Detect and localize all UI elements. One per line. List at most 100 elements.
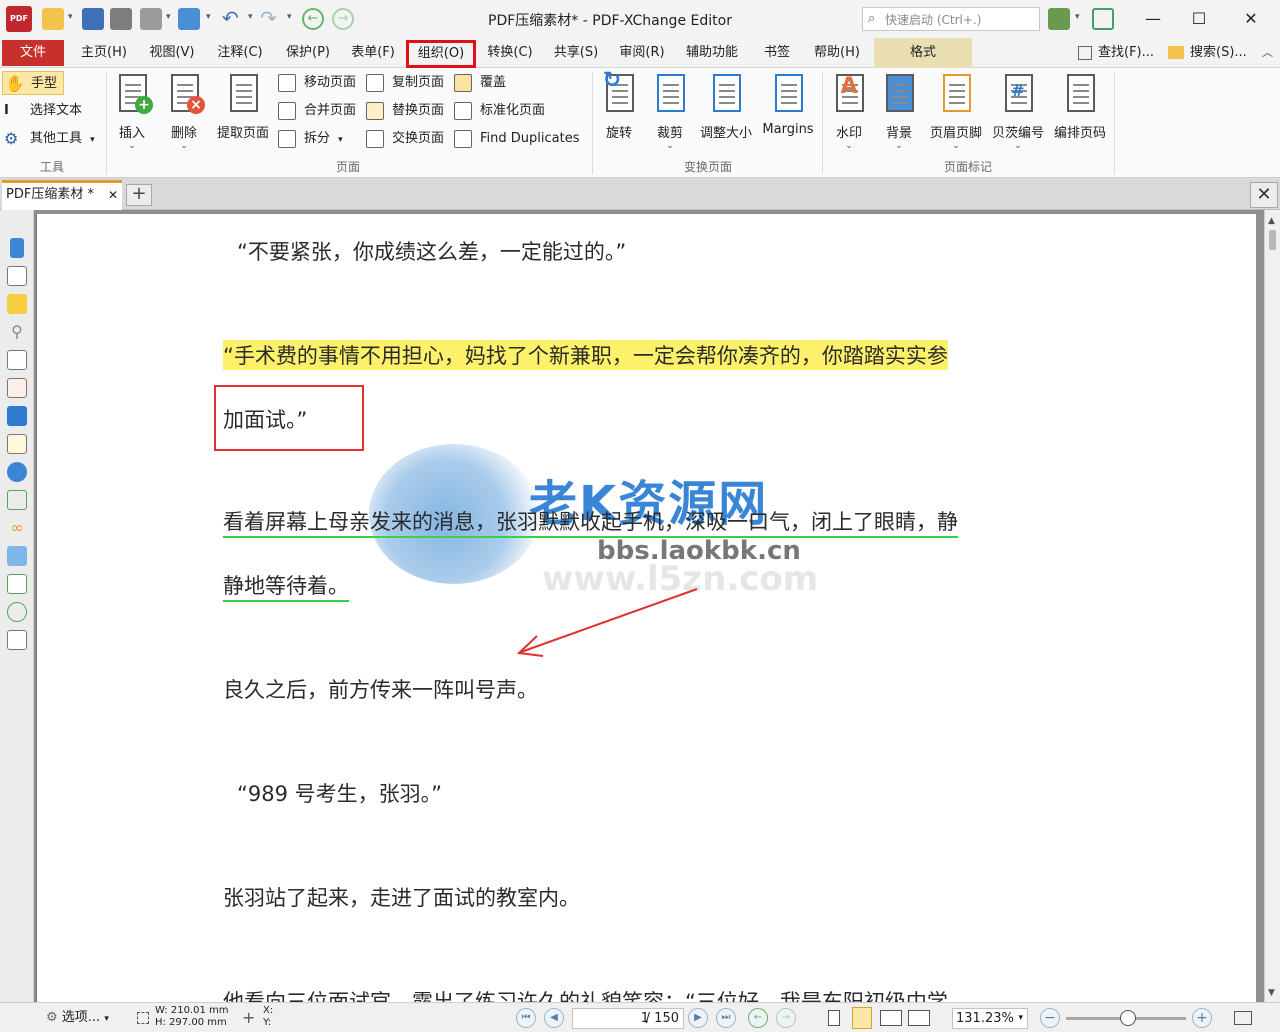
header-footer-button[interactable]: 页眉页脚 ⌄ (926, 72, 986, 151)
bookmarks-icon[interactable] (10, 238, 24, 258)
replace-pages-button[interactable]: 替换页面 (364, 99, 444, 123)
search-button[interactable]: 搜索(S)... (1168, 38, 1247, 68)
insert-page-button[interactable]: + 插入 ⌄ (108, 72, 156, 151)
rotate-button[interactable]: ↻ 旋转 (596, 70, 642, 141)
single-page-icon[interactable] (828, 1010, 840, 1026)
layers-icon[interactable] (7, 406, 27, 426)
forward-icon[interactable]: → (332, 8, 354, 30)
scrollbar-thumb[interactable] (1269, 230, 1276, 250)
document-viewport[interactable]: “不要紧张，你成绩这么差，一定能过的。” “手术费的事情不用担心，妈找了个新兼职… (34, 210, 1264, 1002)
history-back-icon[interactable]: ← (748, 1008, 768, 1028)
reading-order-icon[interactable] (7, 630, 27, 650)
fullscreen-icon[interactable] (1092, 8, 1114, 30)
zoom-level-select[interactable]: 131.23% ▾ (952, 1008, 1028, 1029)
bates-numbering-button[interactable]: # 贝茨编号 ⌄ (988, 72, 1048, 151)
comments-icon[interactable] (7, 294, 27, 314)
underlined-text-line[interactable]: 看着屏幕上母亲发来的消息，张羽默默收起手机，深吸一口气，闭上了眼睛，静 (223, 506, 958, 538)
signatures-icon[interactable] (7, 378, 27, 398)
accessibility-icon[interactable] (7, 602, 27, 622)
underline-annotation[interactable]: 静地等待着。 (223, 574, 349, 602)
menu-convert[interactable]: 转换(C) (478, 38, 542, 68)
minimize-button[interactable]: — (1130, 4, 1176, 34)
other-tools-dropdown[interactable]: ⚙ 其他工具 ▾ (2, 127, 95, 151)
overlay-button[interactable]: 覆盖 (452, 71, 506, 95)
continuous-facing-icon[interactable] (908, 1010, 930, 1026)
thumbnails-icon[interactable] (7, 266, 27, 286)
location-icon[interactable] (7, 462, 27, 482)
fields-icon[interactable] (7, 574, 27, 594)
tags-icon[interactable] (7, 546, 27, 566)
chevron-down-icon[interactable]: ▾ (68, 12, 73, 22)
menu-home[interactable]: 主页(H) (72, 38, 136, 68)
page-number-input[interactable]: 1 / 150 (572, 1008, 684, 1029)
chevron-down-icon[interactable]: ▾ (1075, 12, 1080, 22)
first-page-icon[interactable]: ⏮ (516, 1008, 536, 1028)
open-folder-icon[interactable] (42, 8, 64, 30)
menu-accessibility[interactable]: 辅助功能 (680, 38, 744, 68)
vertical-scrollbar[interactable]: ▲ ▼ (1264, 210, 1280, 1002)
split-button[interactable]: 拆分 ▾ (276, 127, 343, 151)
options-button[interactable]: ⚙ 选项... ▾ (46, 1007, 109, 1029)
chevron-down-icon[interactable]: ▾ (166, 12, 171, 22)
find-duplicates-button[interactable]: Find Duplicates (452, 127, 579, 151)
highlighted-text-line[interactable]: “手术费的事情不用担心，妈找了个新兼职，一定会帮你凑齐的，你踏踏实实参 (223, 340, 948, 370)
page-properties-icon[interactable] (7, 350, 27, 370)
find-button[interactable]: 查找(F)... (1078, 38, 1154, 68)
redo-icon[interactable]: ↷ (260, 8, 282, 30)
underline-annotation[interactable]: 看着屏幕上母亲发来的消息，张羽默默收起手机，深吸一口气，闭上了眼睛，静 (223, 510, 958, 538)
save-icon[interactable] (82, 8, 104, 30)
continuous-page-icon[interactable] (852, 1007, 872, 1029)
margins-button[interactable]: Margins (758, 72, 818, 137)
delete-page-button[interactable]: × 删除 ⌄ (160, 72, 208, 151)
close-document-button[interactable]: ✕ (1250, 182, 1278, 208)
customize-icon[interactable] (1048, 8, 1070, 30)
quick-launch-input[interactable]: ⌕ 快速启动 (Ctrl+.) (862, 7, 1040, 31)
scroll-down-icon[interactable]: ▼ (1268, 988, 1275, 998)
underlined-text-line[interactable]: 静地等待着。 (223, 570, 349, 602)
chevron-down-icon[interactable]: ▾ (206, 12, 211, 22)
content-icon[interactable] (7, 434, 27, 454)
new-tab-button[interactable]: + (126, 184, 152, 206)
chevron-down-icon[interactable]: ▾ (287, 12, 292, 22)
swap-pages-button[interactable]: 交换页面 (364, 127, 444, 151)
scroll-up-icon[interactable]: ▲ (1268, 216, 1275, 226)
app-logo-icon[interactable]: PDF (6, 6, 32, 32)
menu-review[interactable]: 审阅(R) (610, 38, 674, 68)
cloud-upload-icon[interactable] (178, 8, 200, 30)
menu-file[interactable]: 文件 (2, 40, 64, 66)
collapse-ribbon-icon[interactable]: ︿ (1262, 38, 1273, 68)
background-button[interactable]: 背景 ⌄ (876, 72, 922, 151)
last-page-icon[interactable]: ⏭ (716, 1008, 736, 1028)
maximize-button[interactable]: ☐ (1176, 4, 1222, 34)
menu-help[interactable]: 帮助(H) (804, 38, 870, 68)
resize-button[interactable]: 调整大小 (696, 72, 756, 141)
zoom-out-icon[interactable]: − (1040, 1008, 1060, 1028)
menu-form[interactable]: 表单(F) (342, 38, 404, 68)
facing-pages-icon[interactable] (880, 1010, 902, 1026)
menu-organize[interactable]: 组织(O) (406, 40, 476, 68)
extract-pages-button[interactable]: 提取页面 (212, 72, 274, 141)
menu-share[interactable]: 共享(S) (544, 38, 608, 68)
page-numbering-button[interactable]: 编排页码 (1050, 72, 1110, 141)
zoom-slider-thumb[interactable] (1120, 1010, 1136, 1026)
close-window-button[interactable]: ✕ (1228, 4, 1274, 34)
menu-bookmarks[interactable]: 书签 (752, 38, 802, 68)
back-icon[interactable]: ← (302, 8, 324, 30)
zoom-in-icon[interactable]: + (1192, 1008, 1212, 1028)
pdf-page[interactable]: “不要紧张，你成绩这么差，一定能过的。” “手术费的事情不用担心，妈找了个新兼职… (36, 214, 1256, 1002)
crop-button[interactable]: 裁剪 ⌄ (648, 72, 692, 151)
email-icon[interactable] (140, 8, 162, 30)
move-pages-button[interactable]: 移动页面 (276, 71, 356, 95)
menu-comment[interactable]: 注释(C) (208, 38, 272, 68)
arrow-annotation[interactable] (507, 584, 707, 664)
menu-protect[interactable]: 保护(P) (276, 38, 340, 68)
merge-pages-button[interactable]: 合并页面 (276, 99, 356, 123)
rectangle-annotation[interactable] (214, 385, 364, 451)
chevron-down-icon[interactable]: ▾ (248, 12, 253, 22)
menu-view[interactable]: 视图(V) (140, 38, 204, 68)
print-icon[interactable] (110, 8, 132, 30)
normalize-pages-button[interactable]: 标准化页面 (452, 99, 545, 123)
history-forward-icon[interactable]: → (776, 1008, 796, 1028)
links-icon[interactable]: ∞ (7, 518, 27, 538)
menu-format[interactable]: 格式 (874, 38, 972, 68)
